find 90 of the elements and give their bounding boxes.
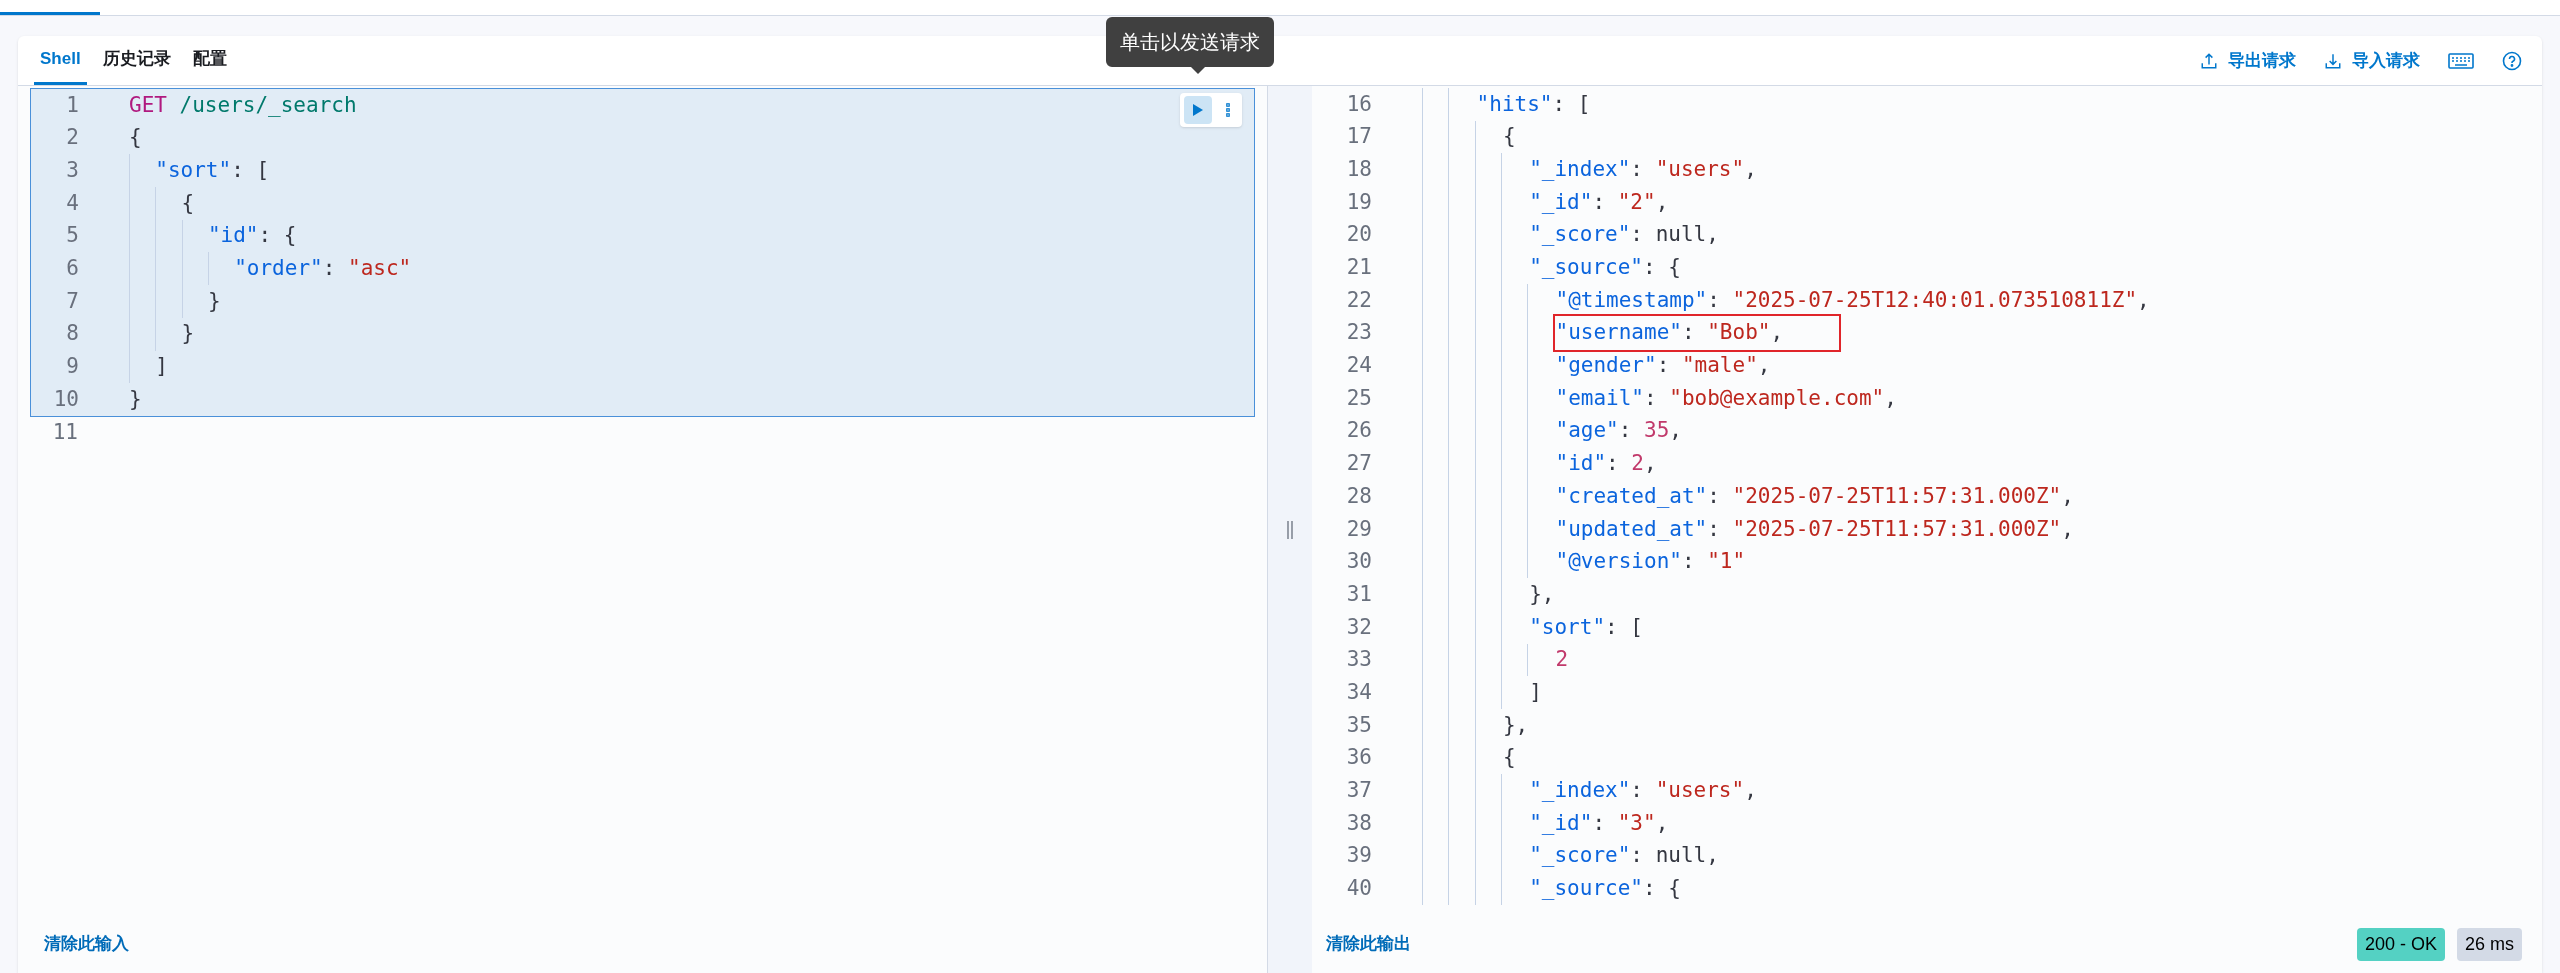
line-number: 5 bbox=[65, 222, 80, 250]
clear-input-link[interactable]: 清除此输入 bbox=[44, 931, 129, 957]
download-icon bbox=[2324, 51, 2342, 70]
line-number: 29 bbox=[1345, 515, 1373, 543]
line-number: 1 bbox=[65, 91, 80, 119]
clear-output-link[interactable]: 清除此输出 bbox=[1326, 931, 1411, 957]
line-number: 22 bbox=[1345, 286, 1373, 314]
line-number: 25 bbox=[1345, 384, 1373, 412]
line-number: 36 bbox=[1345, 744, 1373, 772]
code-text: "id": { bbox=[207, 222, 297, 250]
line-number: 19 bbox=[1345, 188, 1373, 216]
code-text: }, bbox=[1528, 580, 1556, 608]
kebab-icon bbox=[1226, 103, 1230, 117]
line-number: 10 bbox=[52, 385, 80, 413]
code-text: } bbox=[207, 287, 221, 315]
line-number: 7 bbox=[65, 287, 80, 315]
line-number: 20 bbox=[1345, 221, 1373, 249]
code-text: "id": 2, bbox=[1554, 450, 1658, 478]
code-text: 2 bbox=[1554, 646, 1570, 674]
keyboard-icon bbox=[2448, 51, 2474, 70]
code-text: }, bbox=[1501, 711, 1530, 739]
line-number: 37 bbox=[1345, 777, 1373, 805]
code-text: "_id": "3", bbox=[1528, 809, 1670, 837]
code-text: "sort": [ bbox=[155, 156, 270, 184]
line-number: 35 bbox=[1345, 711, 1373, 739]
code-text: { bbox=[129, 124, 142, 152]
code-text: "@version": "1" bbox=[1554, 548, 1747, 576]
code-text: "_source": { bbox=[1528, 875, 1682, 903]
line-number: 40 bbox=[1345, 875, 1373, 903]
line-number: 31 bbox=[1345, 580, 1373, 608]
tab[interactable]: 历史记录 bbox=[96, 36, 177, 85]
line-number: 21 bbox=[1345, 254, 1373, 282]
line-number: 28 bbox=[1345, 482, 1373, 510]
code-text: "_source": { bbox=[1528, 254, 1682, 282]
run-button[interactable] bbox=[1184, 96, 1212, 124]
line-number: 39 bbox=[1345, 842, 1373, 870]
line-number: 33 bbox=[1345, 646, 1373, 674]
status-badge: 200 - OK bbox=[2356, 927, 2445, 961]
line-number: 9 bbox=[65, 353, 80, 381]
line-number: 23 bbox=[1345, 319, 1373, 347]
code-text: "updated_at": "2025-07-25T11:57:31.000Z", bbox=[1554, 515, 2075, 543]
line-number: 6 bbox=[65, 255, 80, 283]
code-text: ] bbox=[155, 353, 168, 381]
code-text: "age": 35, bbox=[1554, 417, 1683, 445]
line-number: 24 bbox=[1345, 352, 1373, 380]
line-number: 32 bbox=[1345, 613, 1373, 641]
keyboard-button[interactable] bbox=[2448, 51, 2474, 70]
code-text: { bbox=[1501, 123, 1517, 151]
code-text: "username": "Bob", bbox=[1553, 314, 1842, 352]
line-number: 2 bbox=[65, 124, 80, 152]
line-number: 26 bbox=[1345, 417, 1373, 445]
tooltip-pointer bbox=[1190, 66, 1206, 74]
code-text: "sort": [ bbox=[1528, 613, 1644, 641]
code-text: "_id": "2", bbox=[1528, 188, 1670, 216]
code-text: { bbox=[1501, 744, 1517, 772]
code-text: "hits": [ bbox=[1475, 90, 1592, 118]
code-text: "_score": null, bbox=[1528, 842, 1720, 870]
upload-icon bbox=[2200, 51, 2218, 70]
code-text: "_score": null, bbox=[1528, 221, 1720, 249]
tab[interactable]: 配置 bbox=[186, 36, 233, 85]
code-text: } bbox=[181, 320, 195, 348]
help-button[interactable] bbox=[2502, 50, 2522, 71]
line-number: 30 bbox=[1345, 548, 1373, 576]
play-icon bbox=[1192, 103, 1204, 117]
code-text: GET /users/_search bbox=[129, 91, 357, 119]
code-text: "order": "asc" bbox=[234, 255, 412, 283]
line-number: 38 bbox=[1345, 809, 1373, 837]
code-text: "created_at": "2025-07-25T11:57:31.000Z", bbox=[1554, 482, 2075, 510]
line-number: 16 bbox=[1345, 90, 1373, 118]
export-button[interactable]: 导出请求 bbox=[2200, 47, 2296, 74]
resize-handle-icon[interactable] bbox=[1286, 519, 1294, 540]
line-number: 17 bbox=[1345, 123, 1373, 151]
code-text: "@timestamp": "2025-07-25T12:40:01.073510811Z", bbox=[1554, 286, 2151, 314]
code-text: "_index": "users", bbox=[1528, 777, 1758, 805]
line-number: 27 bbox=[1345, 450, 1373, 478]
line-number: 4 bbox=[65, 189, 80, 217]
line-number: 34 bbox=[1345, 678, 1373, 706]
import-button[interactable]: 导入请求 bbox=[2324, 47, 2420, 74]
code-text: { bbox=[181, 189, 195, 217]
line-number: 8 bbox=[65, 320, 80, 348]
code-text: "email": "bob@example.com", bbox=[1554, 384, 1898, 412]
code-text: "_index": "users", bbox=[1528, 155, 1758, 183]
line-number: 18 bbox=[1345, 155, 1373, 183]
line-number: 11 bbox=[51, 419, 79, 447]
line-number: 3 bbox=[65, 156, 80, 184]
code-text: ] bbox=[1528, 678, 1543, 706]
duration-badge: 26 ms bbox=[2456, 927, 2522, 961]
help-icon bbox=[2502, 50, 2522, 71]
code-text: "gender": "male", bbox=[1554, 352, 1772, 380]
code-text: } bbox=[129, 385, 142, 413]
